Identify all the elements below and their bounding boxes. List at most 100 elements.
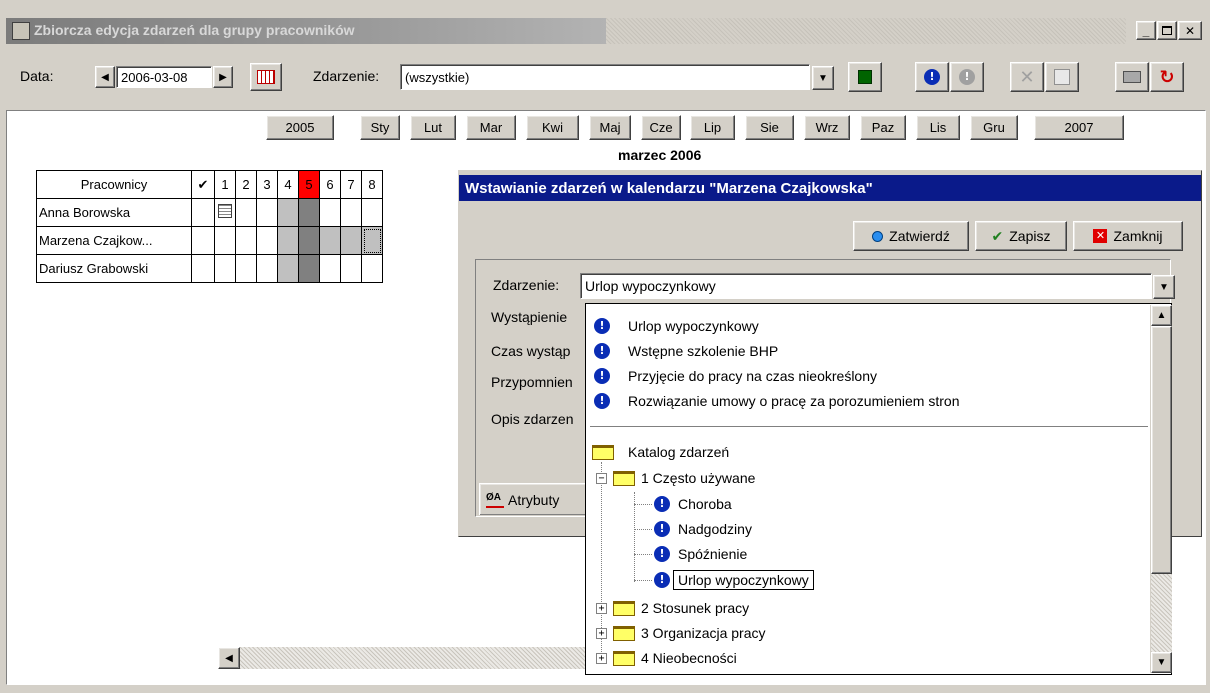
month-button[interactable]: Sty	[360, 115, 400, 140]
day-header[interactable]: 1	[214, 170, 236, 199]
month-button[interactable]: Lis	[916, 115, 960, 140]
day-header[interactable]: 7	[340, 170, 362, 199]
maximize-button[interactable]	[1157, 21, 1177, 40]
row-check[interactable]	[191, 226, 215, 255]
day-cell[interactable]	[256, 198, 278, 227]
prev-year-button[interactable]: 2005	[266, 115, 334, 140]
event-filter-select[interactable]: (wszystkie)	[400, 64, 810, 90]
day-cell[interactable]	[214, 254, 236, 283]
tree-root[interactable]: Katalog zdarzeń	[592, 444, 729, 460]
day-cell[interactable]	[298, 226, 320, 255]
month-button[interactable]: Maj	[589, 115, 631, 140]
tree-folder[interactable]: +2 Stosunek pracy	[596, 600, 749, 616]
employee-name[interactable]: Dariusz Grabowski	[36, 254, 192, 283]
horizontal-scroll-track[interactable]	[240, 647, 585, 669]
edit-event-button[interactable]: !	[950, 62, 984, 92]
day-cell[interactable]	[256, 254, 278, 283]
next-year-button[interactable]: 2007	[1034, 115, 1124, 140]
refresh-button[interactable]: ↻	[1150, 62, 1184, 92]
day-cell[interactable]	[319, 226, 341, 255]
month-button[interactable]: Sie	[745, 115, 794, 140]
month-button[interactable]: Wrz	[804, 115, 850, 140]
month-button[interactable]: Kwi	[526, 115, 579, 140]
select-all-check[interactable]: ✔	[191, 170, 215, 199]
day-cell[interactable]	[340, 198, 362, 227]
month-button[interactable]: Lip	[690, 115, 735, 140]
confirm-button[interactable]: Zatwierdź	[853, 221, 969, 251]
add-event-button[interactable]: !	[915, 62, 949, 92]
tree-item[interactable]: ! Choroba	[654, 496, 732, 512]
day-cell[interactable]	[277, 254, 299, 283]
row-check[interactable]	[191, 198, 215, 227]
properties-button[interactable]	[1045, 62, 1079, 92]
scroll-track[interactable]	[1151, 574, 1172, 652]
month-button[interactable]: Lut	[410, 115, 456, 140]
day-header-today[interactable]: 5	[298, 170, 320, 199]
list-item[interactable]: ! Wstępne szkolenie BHP	[594, 343, 778, 359]
day-header[interactable]: 3	[256, 170, 278, 199]
month-button[interactable]: Gru	[970, 115, 1018, 140]
day-header[interactable]: 6	[319, 170, 341, 199]
expand-icon[interactable]: +	[596, 652, 607, 664]
day-cell[interactable]	[340, 254, 362, 283]
event-select-dropdown-button[interactable]: ▼	[1153, 275, 1175, 299]
scroll-left-button[interactable]: ◀	[218, 647, 240, 669]
day-cell[interactable]	[277, 198, 299, 227]
list-item[interactable]: ! Urlop wypoczynkowy	[594, 318, 759, 334]
close-window-button[interactable]: ✕	[1178, 21, 1202, 40]
tree-folder[interactable]: +3 Organizacja pracy	[596, 625, 766, 641]
scroll-thumb[interactable]	[1151, 326, 1172, 574]
close-dialog-button[interactable]: ✕ Zamknij	[1073, 221, 1183, 251]
event-select[interactable]: Urlop wypoczynkowy	[580, 273, 1152, 299]
tree-item[interactable]: ! Spóźnienie	[654, 546, 747, 562]
day-cell[interactable]	[235, 254, 257, 283]
day-cell[interactable]	[256, 226, 278, 255]
tree-item-selected[interactable]: ! Urlop wypoczynkowy	[654, 570, 814, 590]
apply-filter-button[interactable]	[848, 62, 882, 92]
list-item[interactable]: ! Przyjęcie do pracy na czas nieokreślony	[594, 368, 877, 384]
day-cell[interactable]	[235, 226, 257, 255]
day-header[interactable]: 8	[361, 170, 383, 199]
employee-name[interactable]: Marzena Czajkow...	[36, 226, 192, 255]
calendar-button[interactable]	[250, 63, 282, 91]
day-cell[interactable]	[214, 198, 236, 227]
day-cell[interactable]	[361, 254, 383, 283]
list-item[interactable]: ! Rozwiązanie umowy o pracę za porozumien…	[594, 393, 959, 409]
minimize-button[interactable]: _	[1136, 21, 1156, 40]
day-header[interactable]: 4	[277, 170, 299, 199]
tree-folder[interactable]: − 1 Często używane	[596, 470, 755, 486]
day-cell[interactable]	[277, 226, 299, 255]
month-button[interactable]: Mar	[466, 115, 516, 140]
expand-icon[interactable]: +	[596, 602, 607, 614]
date-label: Data:	[20, 68, 54, 84]
month-button[interactable]: Paz	[860, 115, 906, 140]
day-cell[interactable]	[298, 254, 320, 283]
scroll-up-button[interactable]: ▲	[1151, 305, 1172, 326]
tree-folder[interactable]: +4 Nieobecności	[596, 650, 737, 666]
delete-button[interactable]: ✕	[1010, 62, 1044, 92]
save-button[interactable]: ✔ Zapisz	[975, 221, 1067, 251]
collapse-icon[interactable]: −	[596, 472, 607, 484]
day-cell[interactable]	[214, 226, 236, 255]
tree-item[interactable]: ! Nadgodziny	[654, 521, 752, 537]
date-prev-button[interactable]: ◀	[95, 66, 115, 88]
row-check[interactable]	[191, 254, 215, 283]
expand-icon[interactable]: +	[596, 627, 607, 639]
delete-icon: ✕	[1019, 66, 1035, 87]
day-cell[interactable]	[298, 198, 320, 227]
event-filter-dropdown-button[interactable]: ▼	[812, 66, 834, 90]
day-header[interactable]: 2	[235, 170, 257, 199]
print-button[interactable]	[1115, 62, 1149, 92]
day-cell[interactable]	[361, 198, 383, 227]
month-button[interactable]: Cze	[641, 115, 681, 140]
day-cell[interactable]	[340, 226, 362, 255]
employee-name[interactable]: Anna Borowska	[36, 198, 192, 227]
day-cell[interactable]	[319, 254, 341, 283]
date-input[interactable]: 2006-03-08	[116, 66, 212, 88]
day-cell-selected[interactable]	[361, 226, 383, 255]
day-cell[interactable]	[235, 198, 257, 227]
date-next-button[interactable]: ▶	[213, 66, 233, 88]
scroll-down-button[interactable]: ▼	[1151, 652, 1172, 673]
day-cell[interactable]	[319, 198, 341, 227]
tab-attributes[interactable]: ØA Atrybuty	[479, 483, 589, 515]
